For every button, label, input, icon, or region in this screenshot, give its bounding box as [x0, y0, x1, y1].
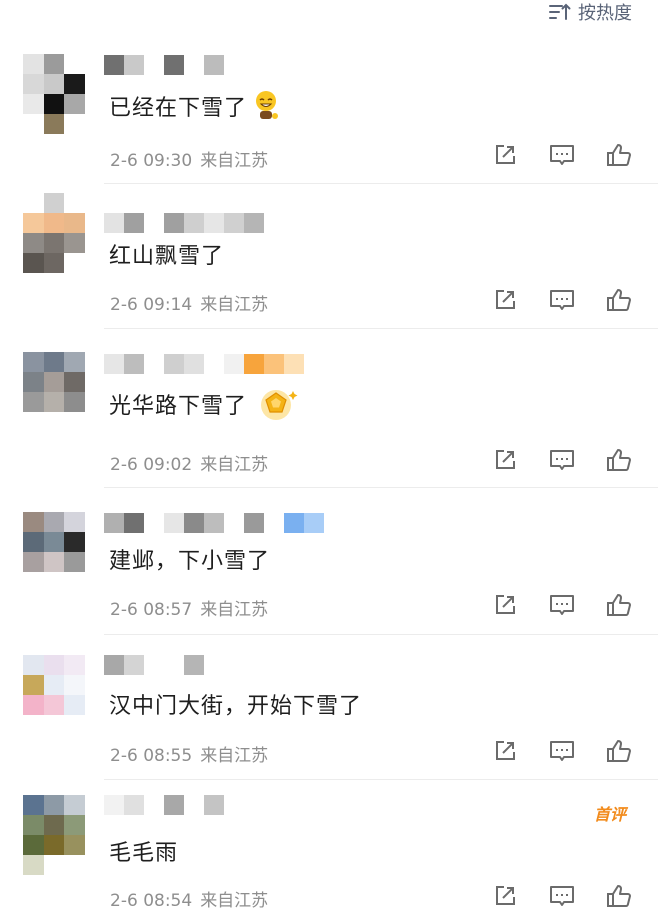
comment-actions	[492, 447, 632, 473]
comment-icon[interactable]	[549, 287, 575, 313]
comment-icon[interactable]	[549, 142, 575, 168]
comment-text: 汉中门大街，开始下雪了	[109, 694, 363, 719]
username[interactable]	[104, 55, 224, 75]
comment-text: 已经在下雪了	[109, 90, 279, 122]
like-icon[interactable]	[606, 883, 632, 909]
comment-meta: 2-6 09:02 来自江苏	[110, 455, 269, 475]
medal-emoji-icon	[261, 390, 298, 420]
divider	[104, 328, 658, 329]
comment-text: 建邺，下小雪了	[109, 549, 271, 574]
username[interactable]	[104, 655, 204, 675]
comment-icon[interactable]	[549, 738, 575, 764]
share-icon[interactable]	[492, 883, 518, 909]
comment-actions	[492, 592, 632, 618]
username[interactable]	[104, 354, 304, 374]
comment-icon[interactable]	[549, 883, 575, 909]
like-icon[interactable]	[606, 592, 632, 618]
share-icon[interactable]	[492, 447, 518, 473]
username[interactable]	[104, 213, 264, 233]
comment-actions	[492, 738, 632, 764]
comment-meta: 2-6 08:54 来自江苏	[110, 891, 269, 911]
share-icon[interactable]	[492, 142, 518, 168]
comment-icon[interactable]	[549, 447, 575, 473]
comment-meta: 2-6 08:57 来自江苏	[110, 600, 269, 620]
comment-text: 光华路下雪了	[109, 385, 299, 423]
comment-text: 毛毛雨	[109, 841, 179, 866]
grin-emoji-icon	[256, 91, 279, 119]
username[interactable]	[104, 513, 324, 533]
comment-meta: 2-6 08:55 来自江苏	[110, 746, 269, 766]
first-comment-badge: 首评	[593, 805, 626, 824]
comment-actions	[492, 287, 632, 313]
avatar[interactable]	[23, 795, 85, 875]
divider	[104, 183, 658, 184]
sort-toggle[interactable]: 按热度	[548, 0, 632, 24]
divider	[104, 779, 658, 780]
avatar[interactable]	[23, 655, 85, 735]
avatar[interactable]	[23, 54, 85, 134]
comment-actions	[492, 883, 632, 909]
avatar[interactable]	[23, 193, 85, 273]
like-icon[interactable]	[606, 142, 632, 168]
like-icon[interactable]	[606, 287, 632, 313]
share-icon[interactable]	[492, 287, 518, 313]
comment-icon[interactable]	[549, 592, 575, 618]
comment-meta: 2-6 09:30 来自江苏	[110, 151, 269, 171]
comment-actions	[492, 142, 632, 168]
avatar[interactable]	[23, 512, 85, 592]
comment-text: 红山飘雪了	[109, 244, 225, 269]
like-icon[interactable]	[606, 738, 632, 764]
username[interactable]	[104, 795, 224, 815]
sort-label: 按热度	[578, 3, 632, 24]
divider	[104, 487, 658, 488]
avatar[interactable]	[23, 352, 85, 432]
comment-meta: 2-6 09:14 来自江苏	[110, 295, 269, 315]
share-icon[interactable]	[492, 592, 518, 618]
like-icon[interactable]	[606, 447, 632, 473]
divider	[104, 634, 658, 635]
share-icon[interactable]	[492, 738, 518, 764]
sort-icon	[549, 3, 571, 20]
